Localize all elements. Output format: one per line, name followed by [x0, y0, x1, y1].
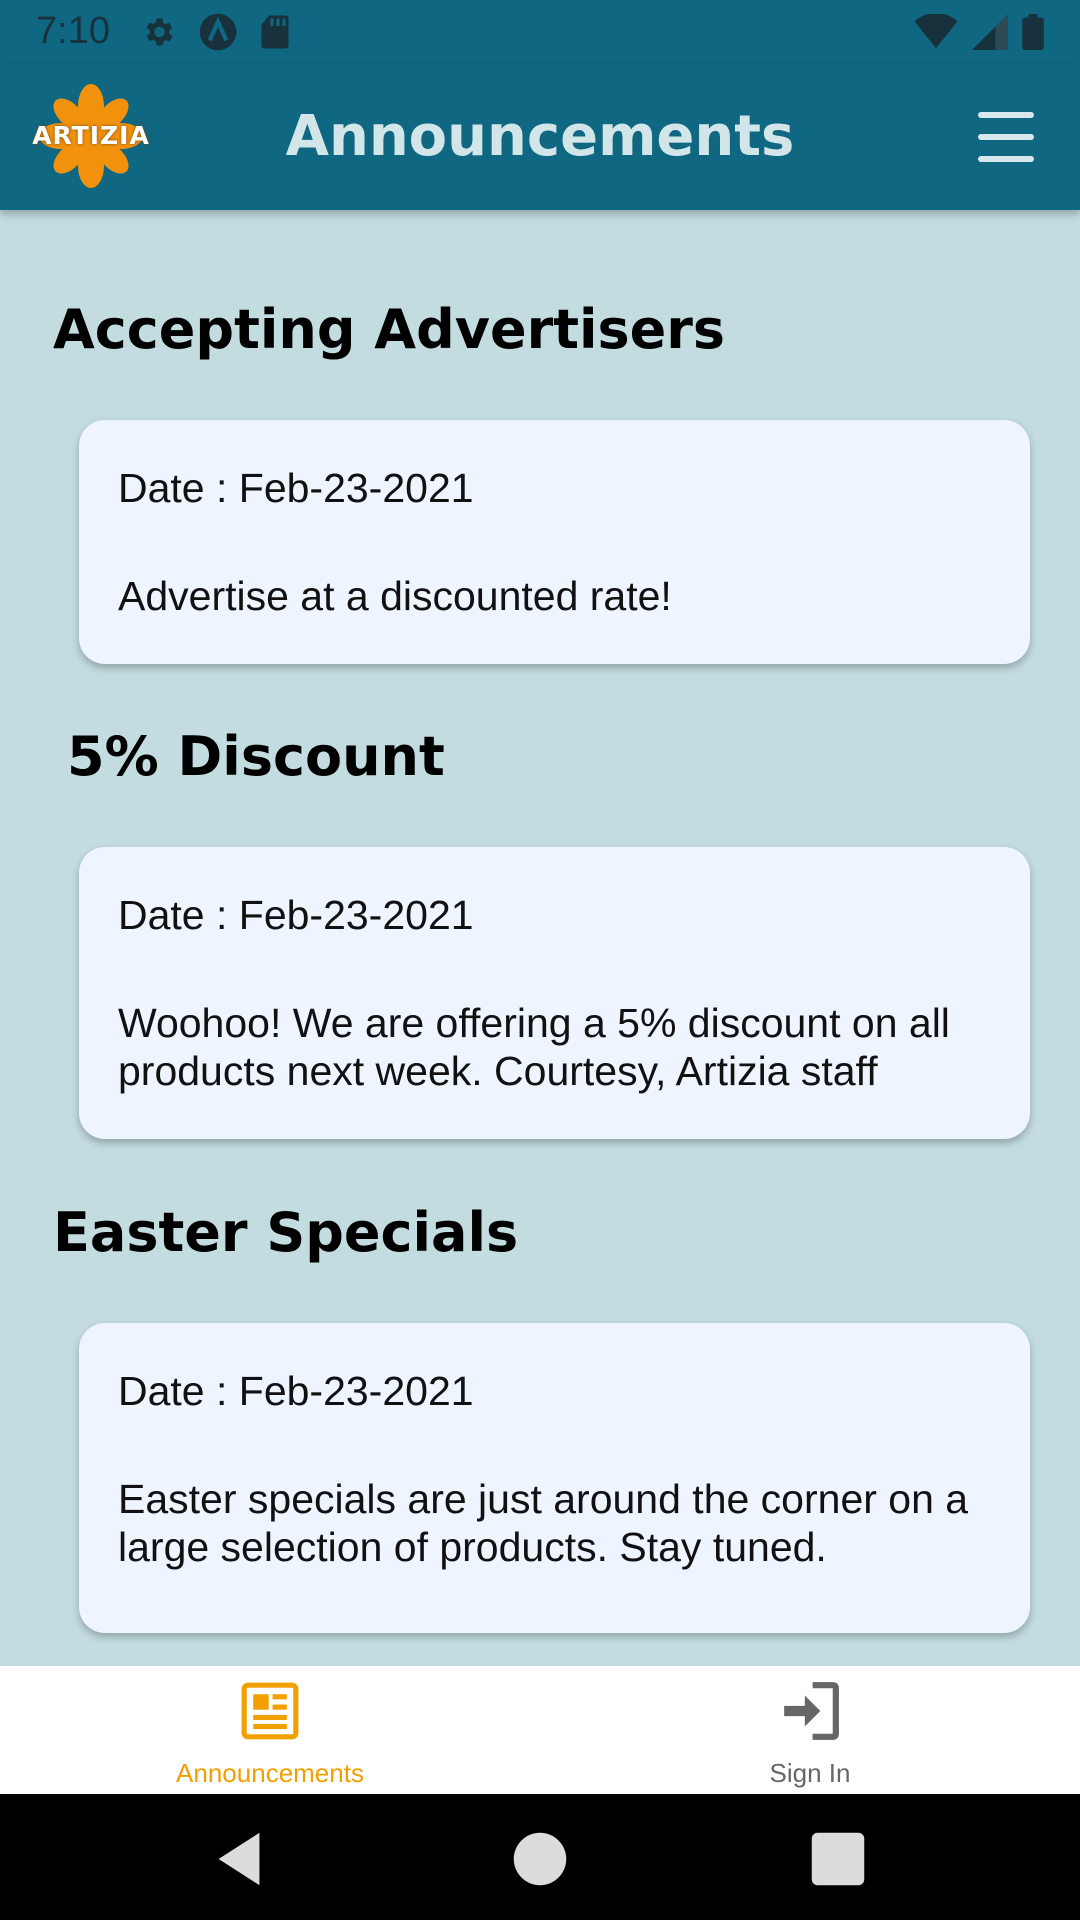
- a-icon: [199, 13, 237, 50]
- announcement-card[interactable]: Date : Feb-23-2021 Easter specials are j…: [79, 1323, 1030, 1633]
- status-bar: 7:10: [0, 0, 1080, 63]
- menu-line: [978, 134, 1034, 140]
- signal-icon: [972, 13, 1008, 50]
- logo-text: ARTIZIA: [32, 121, 150, 150]
- announcement-body: Easter specials are just around the corn…: [118, 1476, 969, 1570]
- announcement-card[interactable]: Date : Feb-23-2021 Advertise at a discou…: [79, 420, 1030, 664]
- announcement-card[interactable]: Date : Feb-23-2021 Woohoo! We are offeri…: [79, 847, 1030, 1139]
- battery-icon: [1022, 13, 1044, 50]
- announcement-body: Woohoo! We are offering a 5% discount on…: [118, 1000, 950, 1094]
- announcement-date: Date : Feb-23-2021: [118, 465, 474, 511]
- announcement-date: Date : Feb-23-2021: [118, 892, 474, 938]
- hamburger-menu-button[interactable]: [975, 108, 1041, 166]
- nav-label: Announcements: [176, 1758, 364, 1788]
- nav-label: Sign In: [769, 1758, 851, 1788]
- sd-card-icon: [261, 15, 289, 48]
- announcement-title: Easter Specials: [53, 1201, 519, 1264]
- announcement-body: Advertise at a discounted rate!: [118, 573, 672, 619]
- page-title: Announcements: [285, 104, 795, 169]
- announcements-list[interactable]: Accepting Advertisers Date : Feb-23-2021…: [0, 210, 1080, 1666]
- home-icon[interactable]: [505, 1824, 575, 1894]
- wifi-icon: [914, 13, 958, 48]
- recents-icon[interactable]: [803, 1824, 873, 1894]
- announcement-title: Accepting Advertisers: [53, 298, 726, 361]
- newspaper-icon: [241, 1682, 299, 1740]
- status-time: 7:10: [36, 10, 110, 52]
- app-bar: ARTIZIA Announcements: [0, 63, 1080, 210]
- system-navigation-bar: [0, 1794, 1080, 1920]
- menu-line: [978, 156, 1034, 162]
- artizia-logo: ARTIZIA: [28, 81, 154, 191]
- status-system-icons: [914, 13, 1044, 50]
- nav-tab-sign-in[interactable]: Sign In: [540, 1666, 1080, 1794]
- back-icon[interactable]: [204, 1824, 274, 1894]
- status-notification-icons: [140, 12, 290, 52]
- settings-icon: [146, 18, 173, 45]
- menu-line: [978, 112, 1034, 118]
- sign-in-icon: [784, 1682, 839, 1740]
- screen: 7:10 ARTIZIA Announcements Accepting Adv…: [0, 0, 1080, 1920]
- announcement-date: Date : Feb-23-2021: [118, 1368, 474, 1414]
- announcement-title: 5% Discount: [67, 725, 445, 788]
- nav-tab-announcements[interactable]: Announcements: [0, 1666, 540, 1794]
- bottom-navigation: Announcements Sign In: [0, 1666, 1080, 1794]
